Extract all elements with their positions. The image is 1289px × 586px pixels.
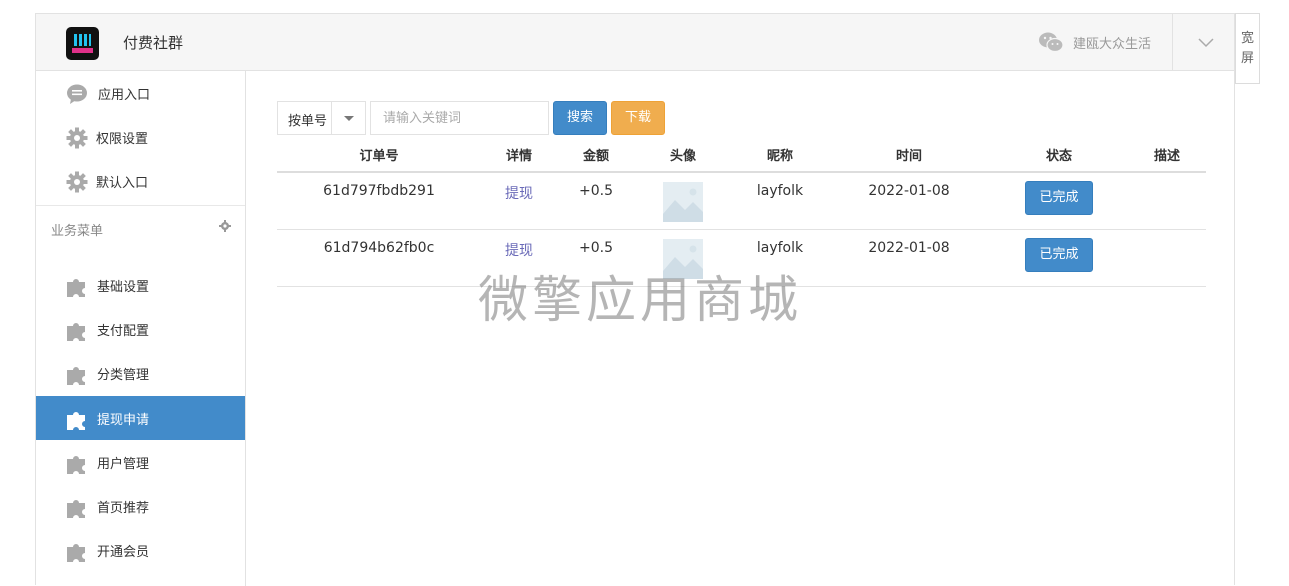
puzzle-icon — [67, 279, 85, 297]
widescreen-label-1: 宽 — [1240, 31, 1254, 46]
sidebar: 应用入口 权限设置 默认入口 业务菜单 基础设置 支付配置 分类管理 提现申请 … — [36, 71, 246, 586]
sidebar-divider — [36, 205, 245, 206]
app-title: 付费社群 — [123, 34, 184, 52]
widescreen-label-2: 屏 — [1240, 51, 1254, 66]
sidebar-item-category-management[interactable]: 分类管理 — [36, 351, 245, 395]
search-type-select[interactable]: 按单号 — [277, 101, 366, 135]
sidebar-item-withdrawal-requests[interactable]: 提现申请 — [36, 396, 245, 440]
settings-gear-icon[interactable] — [219, 220, 231, 232]
sidebar-section-title: 业务菜单 — [51, 224, 104, 239]
download-button[interactable]: 下载 — [611, 101, 665, 135]
chevron-down-icon[interactable] — [1196, 34, 1216, 50]
detail-link[interactable]: 提现 — [505, 240, 533, 260]
watermark: 微擎应用商城 — [478, 271, 802, 329]
sidebar-item-label: 默认入口 — [96, 176, 149, 191]
nickname: layfolk — [756, 183, 804, 199]
column-header-order-no: 订单号 — [359, 149, 399, 164]
sidebar-item-permission-settings[interactable]: 权限设置 — [36, 115, 245, 159]
sidebar-item-label: 权限设置 — [96, 132, 149, 147]
order-no: 61d794b62fb0c — [323, 240, 435, 256]
sidebar-item-home-recommend[interactable]: 首页推荐 — [36, 484, 245, 528]
puzzle-icon — [67, 367, 85, 385]
sidebar-item-basic-settings[interactable]: 基础设置 — [36, 263, 245, 307]
wechat-icon — [1039, 32, 1064, 53]
account-name[interactable]: 建瓯大众生活 — [1073, 33, 1151, 52]
app-frame: 付费社群 建瓯大众生活 应用入口 权限设置 默认入口 业务菜单 基础设置 支付配… — [35, 13, 1235, 586]
nickname: layfolk — [756, 240, 804, 256]
sidebar-item-default-entry[interactable]: 默认入口 — [36, 159, 245, 203]
sidebar-item-label: 开通会员 — [97, 545, 150, 560]
puzzle-icon — [67, 500, 85, 518]
time: 2022-01-08 — [868, 183, 950, 199]
widescreen-button[interactable]: 宽 屏 — [1235, 13, 1260, 84]
column-header-avatar: 头像 — [669, 149, 697, 164]
sidebar-item-label: 支付配置 — [97, 324, 150, 339]
column-header-amount: 金额 — [582, 149, 610, 164]
column-header-description: 描述 — [1153, 149, 1181, 164]
sidebar-item-payment-config[interactable]: 支付配置 — [36, 307, 245, 351]
table-header: 订单号 详情 金额 头像 昵称 时间 状态 描述 — [277, 143, 1206, 173]
main-content: 按单号 搜索 下载 订单号 详情 金额 头像 昵称 时间 状态 描述 61d79… — [247, 71, 1234, 586]
image-placeholder-icon — [663, 182, 703, 222]
puzzle-icon — [67, 544, 85, 562]
detail-link[interactable]: 提现 — [505, 183, 533, 203]
dropdown-arrow[interactable] — [331, 102, 365, 134]
divider — [1172, 14, 1173, 71]
sidebar-item-open-membership[interactable]: 开通会员 — [36, 528, 245, 572]
time: 2022-01-08 — [868, 240, 950, 256]
gear-icon — [66, 127, 88, 149]
caret-down-icon — [344, 116, 354, 121]
column-header-detail: 详情 — [505, 149, 533, 164]
puzzle-icon — [67, 323, 85, 341]
sidebar-item-label: 基础设置 — [97, 280, 150, 295]
sidebar-item-label: 首页推荐 — [97, 501, 150, 516]
column-header-nickname: 昵称 — [766, 149, 794, 164]
sidebar-item-user-management[interactable]: 用户管理 — [36, 440, 245, 484]
column-header-status: 状态 — [1045, 149, 1073, 164]
search-button[interactable]: 搜索 — [553, 101, 607, 135]
top-bar: 付费社群 建瓯大众生活 — [36, 14, 1234, 71]
status-badge[interactable]: 已完成 — [1025, 238, 1093, 272]
sidebar-item-label: 提现申请 — [97, 413, 150, 428]
puzzle-icon — [67, 456, 85, 474]
sidebar-item-label: 应用入口 — [98, 88, 151, 103]
gear-icon — [66, 171, 88, 193]
sidebar-item-app-entry[interactable]: 应用入口 — [36, 71, 245, 115]
avatar — [663, 182, 703, 222]
app-logo[interactable] — [66, 27, 99, 60]
puzzle-icon — [67, 412, 85, 430]
amount: +0.5 — [579, 183, 613, 199]
sidebar-item-label: 分类管理 — [97, 368, 150, 383]
select-value: 按单号 — [288, 114, 328, 129]
search-input[interactable] — [370, 101, 549, 135]
status-badge[interactable]: 已完成 — [1025, 181, 1093, 215]
amount: +0.5 — [579, 240, 613, 256]
sidebar-item-label: 用户管理 — [97, 457, 150, 472]
table-row: 61d797fbdb291 提现 +0.5 layfolk 2022-01-08… — [277, 173, 1206, 230]
order-no: 61d797fbdb291 — [323, 183, 435, 199]
column-header-time: 时间 — [895, 149, 923, 164]
chat-bubble-icon — [67, 84, 87, 104]
